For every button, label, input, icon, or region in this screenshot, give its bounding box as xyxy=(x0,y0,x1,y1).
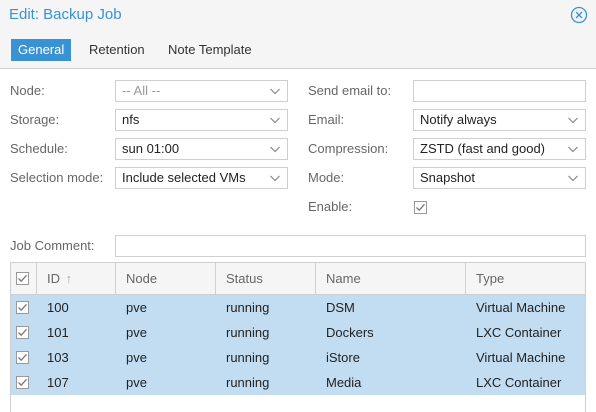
row-name: DSM xyxy=(326,300,355,315)
row-id: 103 xyxy=(47,350,69,365)
grid-header: ID ↑ Node Status Name Type xyxy=(11,263,585,295)
selection-mode-label: Selection mode: xyxy=(10,170,104,185)
vm-selection-grid: ID ↑ Node Status Name Type 100 pve runni… xyxy=(10,262,586,412)
table-row[interactable]: 107 pve running Media LXC Container xyxy=(11,370,585,395)
sort-ascending-icon: ↑ xyxy=(65,271,73,286)
row-node: pve xyxy=(126,350,147,365)
email-value: Notify always xyxy=(420,112,497,127)
column-header-name[interactable]: Name xyxy=(316,263,466,294)
node-value: -- All -- xyxy=(122,83,161,98)
mode-select[interactable]: Snapshot xyxy=(413,167,586,189)
column-header-status[interactable]: Status xyxy=(216,263,316,294)
table-row[interactable]: 103 pve running iStore Virtual Machine xyxy=(11,345,585,370)
row-checkbox-cell[interactable] xyxy=(11,370,37,395)
row-name: Dockers xyxy=(326,325,374,340)
select-all-header[interactable] xyxy=(11,263,37,294)
row-checkbox[interactable] xyxy=(16,301,29,314)
select-all-checkbox[interactable] xyxy=(16,272,29,285)
row-node: pve xyxy=(126,325,147,340)
enable-checkbox[interactable] xyxy=(414,201,427,214)
mode-value: Snapshot xyxy=(420,170,475,185)
job-comment-label: Job Comment: xyxy=(10,238,95,253)
row-checkbox-cell[interactable] xyxy=(11,320,37,345)
row-name: iStore xyxy=(326,350,360,365)
row-id: 100 xyxy=(47,300,69,315)
row-status: running xyxy=(226,325,270,340)
chevron-down-icon xyxy=(270,117,280,124)
row-status: running xyxy=(226,300,270,315)
window-title: Edit: Backup Job xyxy=(9,6,122,23)
enable-label: Enable: xyxy=(308,199,353,214)
email-select[interactable]: Notify always xyxy=(413,109,586,131)
selection-mode-value: Include selected VMs xyxy=(122,170,246,185)
row-checkbox[interactable] xyxy=(16,376,29,389)
email-label: Email: xyxy=(308,112,345,127)
chevron-down-icon xyxy=(270,146,280,153)
mode-label: Mode: xyxy=(308,170,345,185)
row-id: 101 xyxy=(47,325,69,340)
table-row[interactable]: 100 pve running DSM Virtual Machine xyxy=(11,295,585,320)
storage-select[interactable]: nfs xyxy=(115,109,288,131)
row-checkbox[interactable] xyxy=(16,326,29,339)
storage-value: nfs xyxy=(122,112,140,127)
close-icon[interactable] xyxy=(570,6,588,24)
send-email-to-label: Send email to: xyxy=(308,83,392,98)
schedule-select[interactable]: sun 01:00 xyxy=(115,138,288,160)
column-header-id-label: ID xyxy=(47,271,60,286)
schedule-label: Schedule: xyxy=(10,141,68,156)
tab-retention[interactable]: Retention xyxy=(82,39,152,61)
row-id: 107 xyxy=(47,375,69,390)
tab-general[interactable]: General xyxy=(11,39,72,61)
row-type: Virtual Machine xyxy=(476,350,566,365)
node-label: Node: xyxy=(10,83,45,98)
column-header-type[interactable]: Type xyxy=(466,263,585,294)
row-name: Media xyxy=(326,375,362,390)
row-node: pve xyxy=(126,375,147,390)
row-status: running xyxy=(226,350,270,365)
storage-label: Storage: xyxy=(10,112,60,127)
compression-label: Compression: xyxy=(308,141,389,156)
chevron-down-icon xyxy=(270,88,280,95)
row-type: Virtual Machine xyxy=(476,300,566,315)
compression-select[interactable]: ZSTD (fast and good) xyxy=(413,138,586,160)
send-email-to-input[interactable] xyxy=(413,80,586,102)
tab-note-template[interactable]: Note Template xyxy=(161,39,259,61)
node-select[interactable]: -- All -- xyxy=(115,80,288,102)
job-comment-input[interactable] xyxy=(115,235,586,257)
row-checkbox-cell[interactable] xyxy=(11,295,37,320)
title-bar: Edit: Backup Job xyxy=(0,0,596,30)
schedule-value: sun 01:00 xyxy=(122,141,180,156)
chevron-down-icon xyxy=(568,146,578,153)
row-node: pve xyxy=(126,300,147,315)
chevron-down-icon xyxy=(270,175,280,182)
column-header-id[interactable]: ID ↑ xyxy=(37,263,116,294)
table-row[interactable]: 101 pve running Dockers LXC Container xyxy=(11,320,585,345)
compression-value: ZSTD (fast and good) xyxy=(420,141,545,156)
row-type: LXC Container xyxy=(476,325,562,340)
row-type: LXC Container xyxy=(476,375,562,390)
chevron-down-icon xyxy=(568,175,578,182)
selection-mode-select[interactable]: Include selected VMs xyxy=(115,167,288,189)
row-checkbox[interactable] xyxy=(16,351,29,364)
row-checkbox-cell[interactable] xyxy=(11,345,37,370)
row-status: running xyxy=(226,375,270,390)
column-header-node[interactable]: Node xyxy=(116,263,216,294)
tab-bar: General Retention Note Template xyxy=(0,30,596,69)
chevron-down-icon xyxy=(568,117,578,124)
